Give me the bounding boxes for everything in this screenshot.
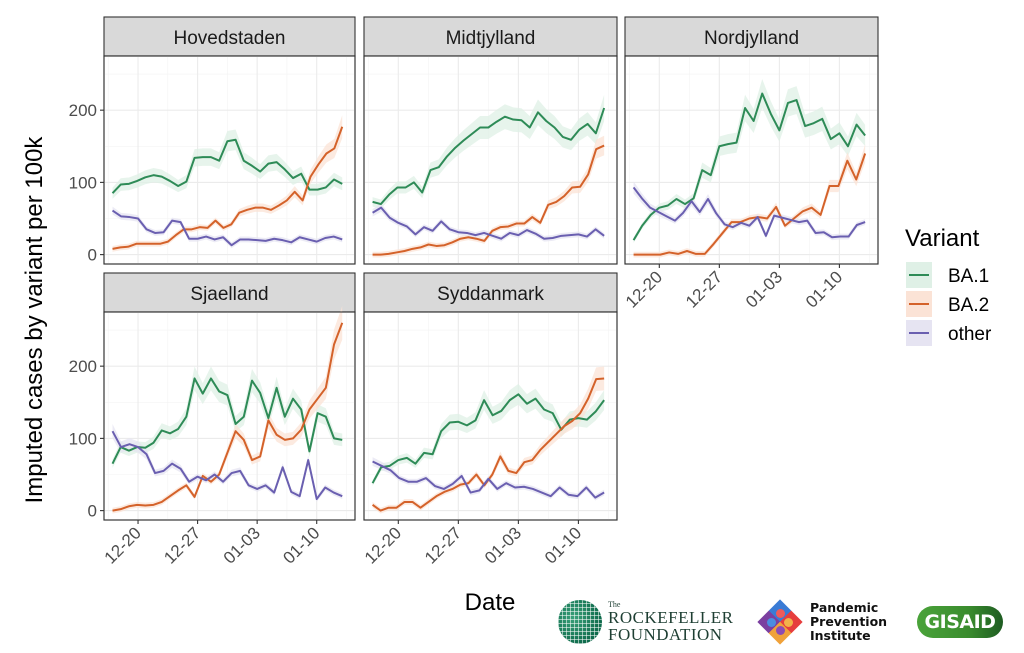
gisaid-logo: GISAID [917,596,1003,648]
facet-strip-label: Syddanmark [437,284,544,305]
y-tick-label: 200 [69,357,97,376]
x-tick-label: 12-20 [361,523,405,567]
x-tick-label: 01-10 [541,523,585,567]
diamond-icon [757,599,803,645]
x-tick-label: 01-10 [279,523,323,567]
y-tick-label: 0 [88,246,97,265]
x-tick-label: 12-20 [101,523,145,567]
x-tick-label: 12-20 [622,267,666,311]
y-tick-label: 100 [69,173,97,192]
panel-sjaelland: Sjaelland 0 100 200 12-20 12-27 01-03 01-10 [69,272,356,568]
panel-hovedstaden: Hovedstaden 0 100 200 [69,16,356,265]
faceted-line-chart: Hovedstaden 0 100 200 Midtjylland Nordjylland… [21,16,992,616]
panel-nordjylland: Nordjylland 12-20 12-27 01-03 01-10 [622,16,879,312]
facet-strip-label: Midtjylland [446,28,536,49]
ppi-line3: Institute [810,628,871,643]
ppi-line2: Prevention [810,614,888,629]
x-tick-label: 01-03 [220,523,264,567]
facet-strip-label: Hovedstaden [174,28,286,49]
legend: Variant BA.1 BA.2 other [905,225,992,346]
x-tick-label: 12-27 [682,267,726,311]
rockefeller-line2: FOUNDATION [608,625,723,644]
x-axis-title: Date [465,589,516,616]
x-tick-label: 01-03 [481,523,525,567]
y-tick-label: 100 [69,429,97,448]
pandemic-prevention-institute-logo: Pandemic Prevention Institute [757,596,888,648]
ppi-line1: Pandemic [810,600,879,615]
x-tick-label: 01-10 [802,267,846,311]
legend-label-other: other [948,324,992,345]
legend-label-ba2: BA.2 [948,295,989,316]
y-axis-title: Imputed cases by variant per 100k [21,136,48,504]
globe-icon [558,600,602,644]
legend-label-ba1: BA.1 [948,266,989,287]
gisaid-badge: GISAID [917,606,1003,638]
sponsor-logos: The ROCKEFELLER FOUNDATION Pandemic Prev… [555,596,1024,648]
facet-strip-label: Nordjylland [704,28,799,49]
legend-title: Variant [905,225,980,252]
rockefeller-foundation-logo: The ROCKEFELLER FOUNDATION [558,596,733,648]
panel-background [624,55,879,265]
x-tick-label: 12-27 [421,523,465,567]
x-tick-label: 01-03 [742,267,786,311]
panel-midtjylland: Midtjylland [363,16,618,265]
y-tick-label: 200 [69,101,97,120]
panels-layer: Hovedstaden 0 100 200 Midtjylland Nordjylland… [69,16,879,568]
y-tick-label: 0 [88,502,97,521]
facet-strip-label: Sjaelland [190,284,268,305]
x-tick-label: 12-27 [160,523,204,567]
panel-syddanmark: Syddanmark 12-20 12-27 01-03 01-10 [361,272,618,568]
rockefeller-line1: ROCKEFELLER [608,608,734,627]
